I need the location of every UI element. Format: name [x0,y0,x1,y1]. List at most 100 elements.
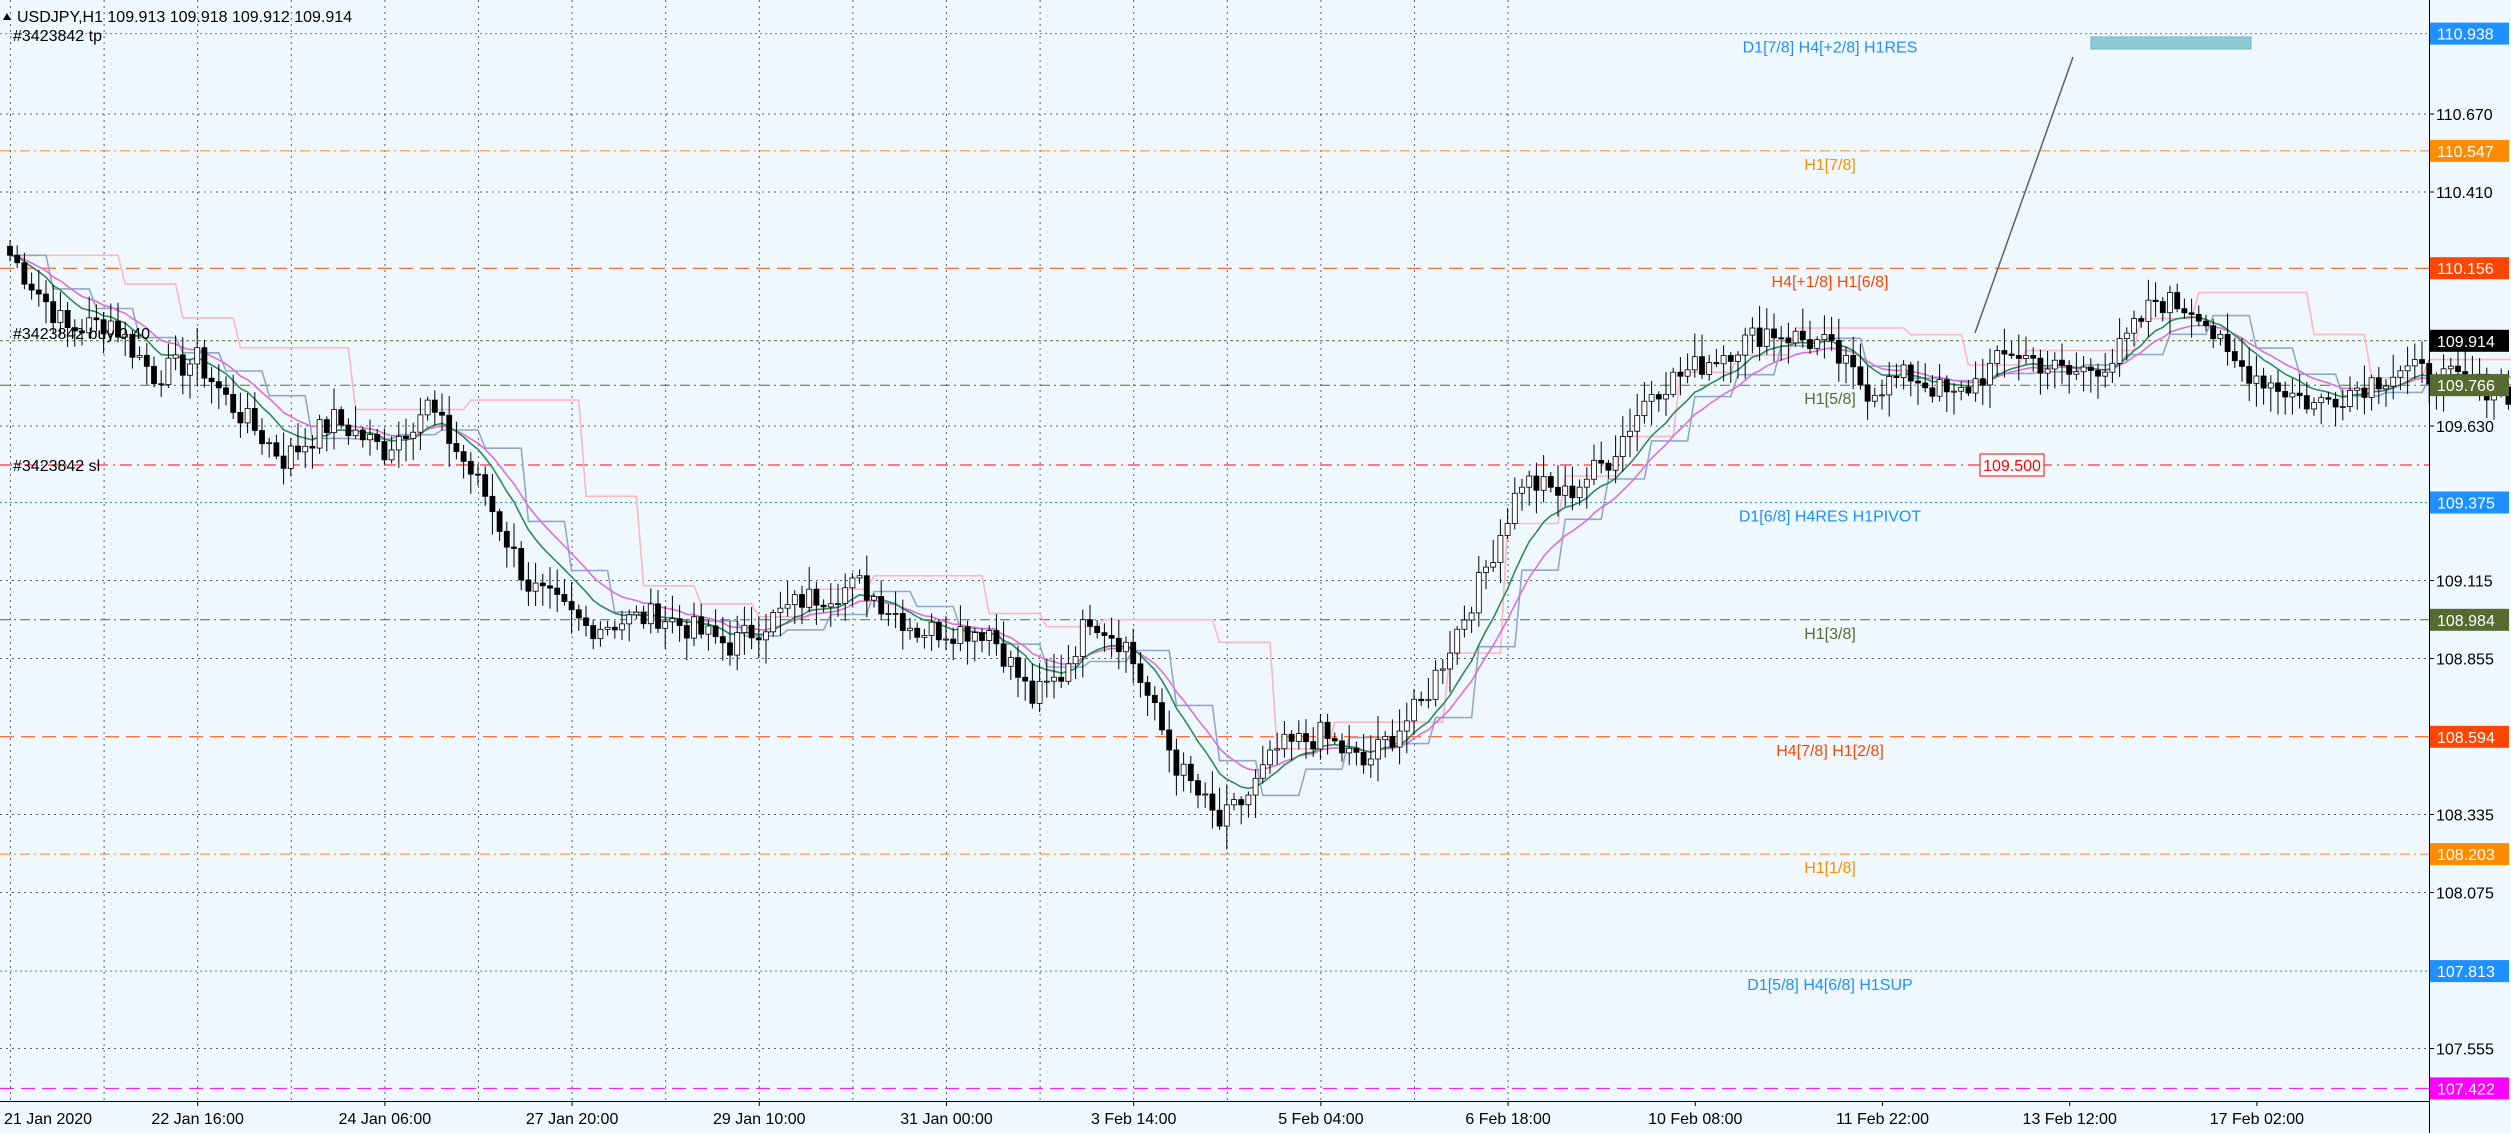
candle-body [655,603,661,629]
candle-body [2217,333,2224,340]
candle-body [2411,359,2418,367]
candle-body [201,347,208,379]
candle-body [1583,478,1590,488]
candle-body [439,411,445,416]
candle-body [806,588,813,608]
x-tick-label: 27 Jan 20:00 [526,1111,619,1128]
candle-body [2275,382,2281,392]
candle-body [273,442,280,457]
candle-body [1519,486,1525,494]
candle-body [1972,378,1979,394]
candle-body [1641,400,1648,417]
candle-body [2289,392,2296,398]
tp-rectangle[interactable] [2090,36,2252,50]
level-price-tag: 110.156 [2430,257,2509,280]
candle-body [662,621,669,629]
candle-body [1007,657,1014,667]
candle-body [64,309,71,328]
candle-body [1396,730,1403,748]
candle-body [935,621,942,641]
candle-body [835,603,841,605]
candle-body [705,625,712,635]
candle-body [2066,365,2073,375]
x-tick-label: 24 Jan 06:00 [339,1111,432,1128]
candle-body [597,628,604,640]
candle-body [2325,397,2332,400]
candle-body [554,587,561,595]
candle-body [1065,663,1072,682]
candle-body [2354,387,2361,391]
candle-body [1987,362,1993,386]
candle-body [676,618,683,626]
candle-body [525,579,532,592]
candle-body [928,621,935,636]
candle-body [2361,387,2368,398]
candle-body [21,262,28,285]
candle-body [741,624,748,633]
candle-body [1598,459,1605,464]
x-tick-label: 31 Jan 00:00 [900,1111,993,1128]
candle-body [280,455,287,469]
candle-body [1627,430,1633,437]
level-price-tag-label: 107.422 [2437,1081,2495,1098]
candle-body [1094,625,1101,634]
candle-body [1079,619,1086,657]
candle-body [460,451,467,462]
candle-body [1130,641,1137,665]
candle-body [979,632,985,641]
candle-body [1843,355,1849,364]
candle-body [957,626,964,644]
candle-body [1231,799,1237,806]
candle-body [1432,669,1439,700]
candle-body [230,393,237,413]
candle-body [755,637,762,641]
candle-body [1223,804,1230,827]
candle-body [403,435,409,439]
candle-body [820,604,827,608]
candle-body [316,419,323,449]
candle-body [1857,366,1864,386]
candle-body [791,594,798,606]
candle-body [568,601,575,611]
candle-body [2023,355,2029,359]
candle-body [1180,763,1187,776]
candle-body [7,245,13,256]
candle-body [813,588,820,606]
candle-body [93,317,100,321]
candle-body [1245,794,1252,806]
candle-body [1706,362,1713,375]
candle-body [1015,657,1021,678]
candle-body [417,414,424,433]
candle-body [1655,394,1662,400]
candle-body [575,609,582,619]
candle-body [1454,628,1461,654]
candle-body [863,575,870,601]
candle-body [1072,656,1079,665]
candle-body [1295,733,1302,742]
candle-body [1951,390,1957,393]
candle-body [1288,733,1295,742]
candle-body [1792,330,1799,344]
candle-body [1605,462,1612,471]
candle-body [2390,376,2397,387]
candle-body [1281,733,1288,750]
candle-body [1526,475,1533,488]
candle-body [619,623,625,631]
y-tick-label: 108.855 [2436,652,2494,669]
candle-body [921,635,928,638]
x-tick-label: 29 Jan 10:00 [713,1111,806,1128]
sl-price-box-label: 109.500 [1983,458,2041,475]
level-label: H1[7/8] [1804,157,1856,174]
candle-body [1864,384,1871,402]
candle-body [2267,382,2274,389]
candle-body [2109,362,2116,373]
candle-body [561,594,568,602]
candle-body [1886,376,1893,396]
candle-body [2296,392,2303,397]
price-chart[interactable]: D1[7/8] H4[+2/8] H1RES H1[7/8] H4[+1/8] H1… [0,0,2511,1133]
candle-body [482,474,489,497]
candle-body [1569,485,1576,499]
candle-body [395,435,402,451]
y-tick-label: 109.115 [2436,574,2493,591]
candle-body [2123,332,2130,339]
